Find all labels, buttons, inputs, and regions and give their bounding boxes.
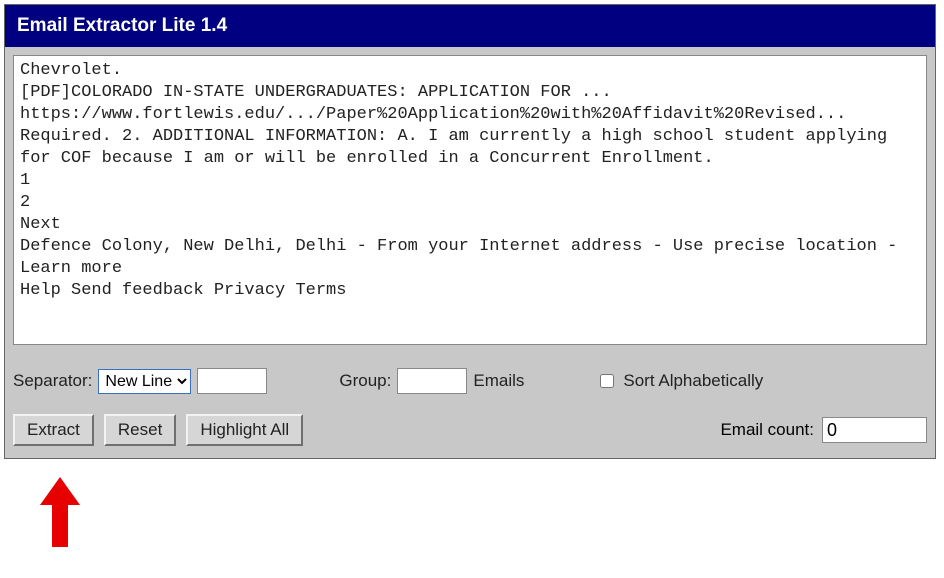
email-count-group: Email count: — [720, 417, 927, 443]
annotation-arrow-wrap — [40, 477, 944, 547]
separator-custom-input[interactable] — [197, 368, 267, 394]
group-label: Group: — [339, 371, 391, 391]
content-area: Separator: New Line Group: Emails Sort A… — [5, 47, 935, 458]
options-row: Separator: New Line Group: Emails Sort A… — [13, 368, 927, 394]
reset-button[interactable]: Reset — [104, 414, 176, 446]
email-count-label: Email count: — [720, 420, 814, 440]
extract-button[interactable]: Extract — [13, 414, 94, 446]
email-count-output[interactable] — [822, 417, 927, 443]
title-bar: Email Extractor Lite 1.4 — [5, 5, 935, 47]
group-suffix: Emails — [473, 371, 524, 391]
app-panel: Email Extractor Lite 1.4 Separator: New … — [4, 4, 936, 459]
buttons-row: Extract Reset Highlight All Email count: — [13, 414, 927, 446]
app-title: Email Extractor Lite 1.4 — [17, 15, 227, 36]
sort-label: Sort Alphabetically — [623, 371, 763, 391]
group-input[interactable] — [397, 368, 467, 394]
textarea-wrap — [13, 55, 927, 350]
up-arrow-icon — [40, 477, 944, 547]
highlight-all-button[interactable]: Highlight All — [186, 414, 303, 446]
source-text-input[interactable] — [13, 55, 927, 345]
separator-label: Separator: — [13, 371, 92, 391]
separator-select[interactable]: New Line — [98, 369, 191, 394]
sort-alphabetically-checkbox[interactable] — [600, 374, 614, 388]
